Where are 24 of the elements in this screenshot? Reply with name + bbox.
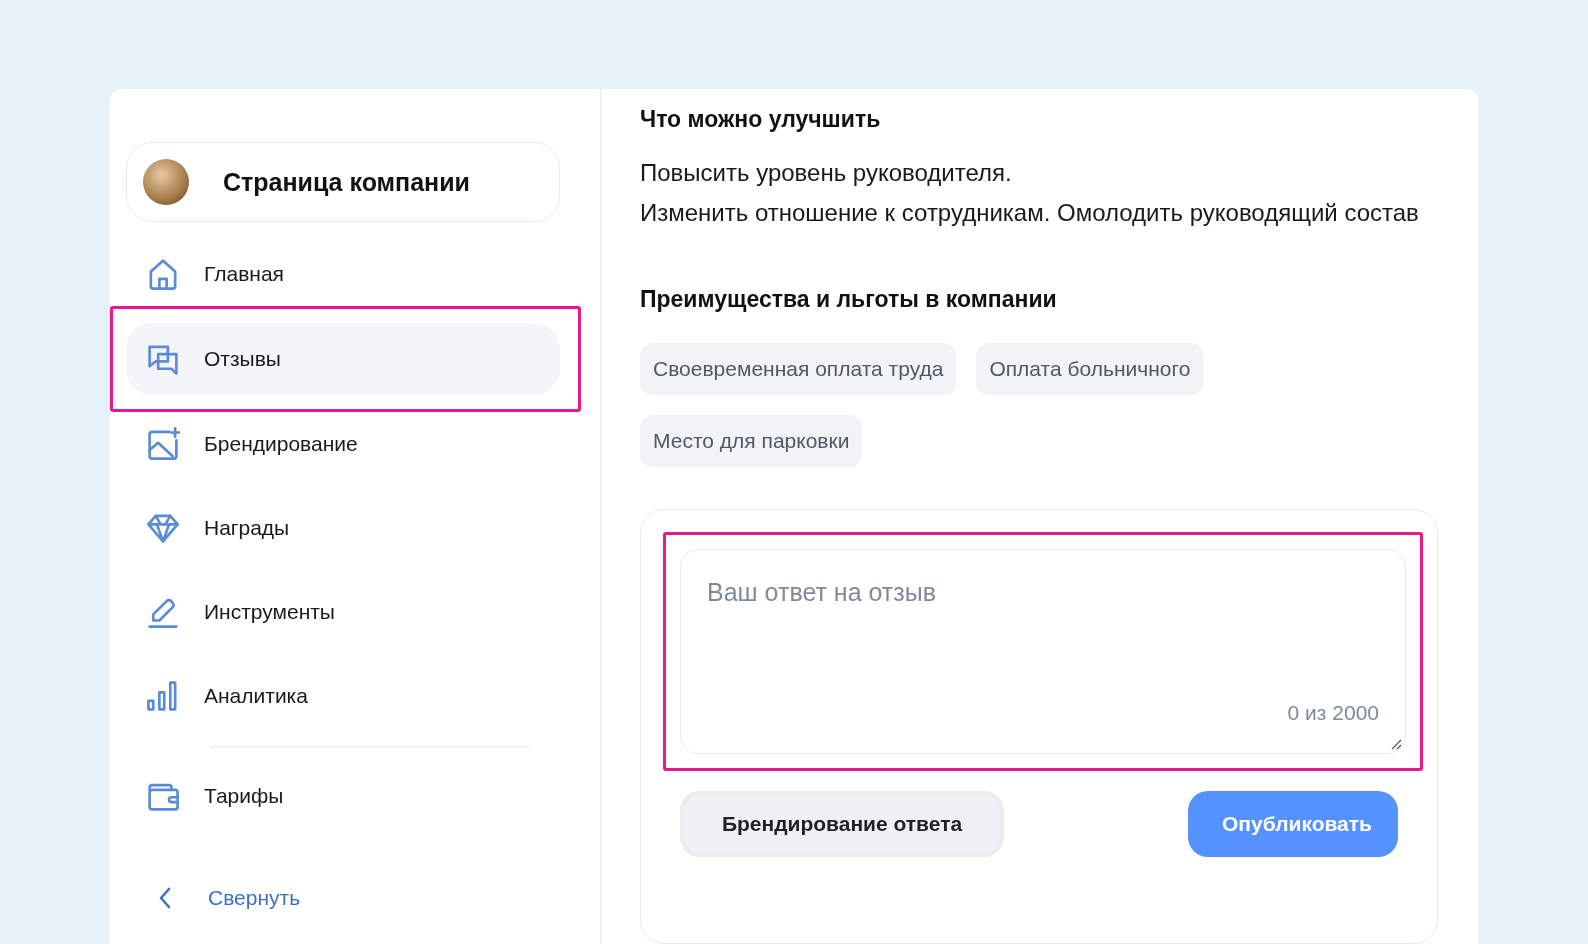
resize-handle-icon[interactable] <box>1390 738 1402 751</box>
review-text: Изменить отношение к сотрудникам. Омолодить руководящий состав <box>640 198 1420 229</box>
nav-item[interactable]: Брендирование <box>126 408 560 480</box>
image-plus-icon <box>146 427 180 461</box>
branding-button[interactable]: Брендирование ответа <box>680 791 1004 858</box>
nav-item[interactable]: Инструменты <box>126 576 560 648</box>
character-counter: 0 из 2000 <box>1287 701 1379 726</box>
nav-item[interactable]: Тарифы <box>126 760 560 832</box>
section-title: Что можно улучшить <box>640 105 882 134</box>
collapse-button[interactable]: Свернуть <box>126 884 600 912</box>
nav-item[interactable]: Награды <box>126 492 560 564</box>
benefit-tag: Место для парковки <box>640 415 863 468</box>
nav-item[interactable]: Аналитика <box>126 660 560 732</box>
review-text: Повысить уровень руководителя. <box>640 158 1013 189</box>
diamond-icon <box>146 511 180 545</box>
company-logo <box>143 159 189 205</box>
nav-item[interactable]: Главная <box>126 238 560 310</box>
placeholder-text: Ваш ответ на отзыв <box>707 578 937 608</box>
benefit-tag: Оплата больничного <box>976 343 1204 396</box>
section-title: Преимущества и льготы в компании <box>640 285 1058 315</box>
nav-item[interactable]: Отзывы <box>126 323 560 395</box>
benefit-tag: Своевременная оплата труда <box>640 343 957 396</box>
company-page-button[interactable]: Страница компании <box>126 142 560 222</box>
company-name: Страница компании <box>223 167 470 197</box>
